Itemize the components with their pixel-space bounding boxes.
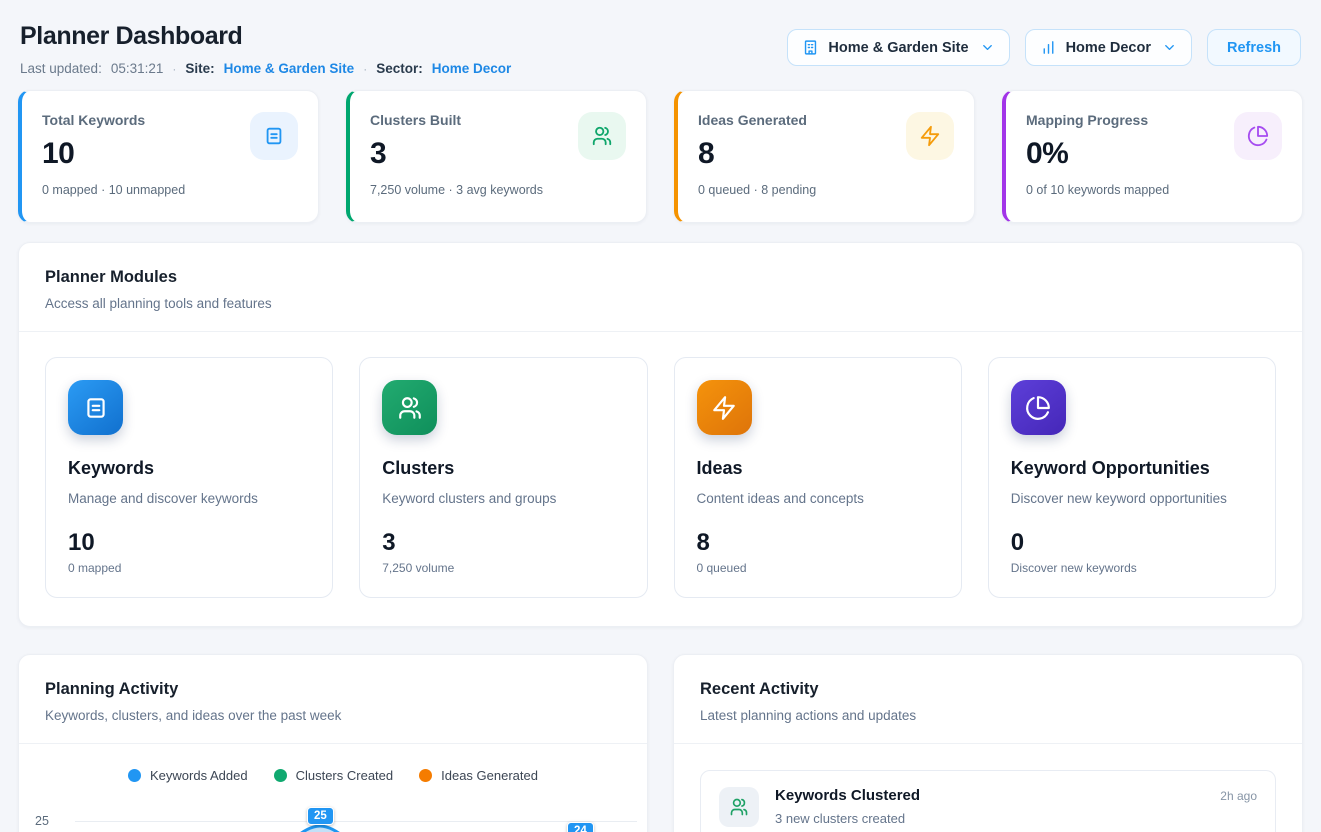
last-updated-label: Last updated: [20,61,102,76]
legend-label: Ideas Generated [441,768,538,783]
data-point-label-24: 24 [567,822,594,832]
building-icon [802,39,819,56]
chart-legend: Keywords Added Clusters Created Ideas Ge… [19,768,647,783]
planning-activity-subtitle: Keywords, clusters, and ideas over the p… [45,708,621,723]
page-header: Planner Dashboard Last updated: 05:31:21… [18,16,1303,78]
site-selector-dropdown[interactable]: Home & Garden Site [787,29,1009,66]
last-updated-value: 05:31:21 [111,61,164,76]
header-controls: Home & Garden Site Home Decor Refresh [787,29,1301,66]
legend-dot-blue [128,769,141,782]
users-icon [719,787,759,827]
module-description: Discover new keyword opportunities [1011,491,1253,506]
y-axis-tick-25: 25 [35,814,49,828]
file-text-icon [250,112,298,160]
stats-row: Total Keywords 10 0 mapped · 10 unmapped… [18,90,1303,223]
module-subtext: Discover new keywords [1011,561,1253,575]
recent-activity-title: Recent Activity [700,680,1276,699]
module-card-keywords[interactable]: Keywords Manage and discover keywords 10… [45,357,333,598]
legend-label: Clusters Created [296,768,394,783]
activity-item-keywords-clustered: Keywords Clustered 2h ago 3 new clusters… [700,770,1276,832]
activity-item-body: Keywords Clustered 2h ago 3 new clusters… [775,787,1257,826]
recent-activity-subtitle: Latest planning actions and updates [700,708,1276,723]
activity-item-description: 3 new clusters created [775,811,1257,826]
activity-item-title: Keywords Clustered [775,787,920,804]
stat-card-ideas-generated: Ideas Generated 8 0 queued · 8 pending [674,90,975,223]
stat-subtext: 7,250 volume · 3 avg keywords [370,183,626,197]
header-left: Planner Dashboard Last updated: 05:31:21… [20,22,511,76]
module-value: 3 [382,529,624,557]
legend-item-clusters-created[interactable]: Clusters Created [274,768,394,783]
page-title: Planner Dashboard [20,22,511,51]
site-link[interactable]: Home & Garden Site [224,61,355,76]
stat-subtext: 0 queued · 8 pending [698,183,954,197]
zap-icon [697,380,752,435]
data-point-label-25: 25 [307,807,334,825]
file-text-icon [68,380,123,435]
planning-activity-header: Planning Activity Keywords, clusters, an… [19,655,647,744]
stat-subtext: 0 mapped · 10 unmapped [42,183,298,197]
pie-chart-icon [1011,380,1066,435]
modules-grid: Keywords Manage and discover keywords 10… [19,332,1302,626]
legend-item-ideas-generated[interactable]: Ideas Generated [419,768,538,783]
module-title: Ideas [697,458,939,479]
meta-separator: · [363,62,367,76]
module-title: Clusters [382,458,624,479]
stat-card-total-keywords: Total Keywords 10 0 mapped · 10 unmapped [18,90,319,223]
module-card-clusters[interactable]: Clusters Keyword clusters and groups 3 7… [359,357,647,598]
meta-separator: · [172,62,176,76]
sector-selector-dropdown[interactable]: Home Decor [1025,29,1192,66]
activity-chart-plot-area: 25 25 24 [19,796,647,832]
activity-item-timestamp: 2h ago [1220,789,1257,803]
chevron-down-icon [1162,40,1177,55]
modules-panel-subtitle: Access all planning tools and features [45,296,1276,311]
module-description: Keyword clusters and groups [382,491,624,506]
legend-item-keywords-added[interactable]: Keywords Added [128,768,248,783]
stat-card-mapping-progress: Mapping Progress 0% 0 of 10 keywords map… [1002,90,1303,223]
planning-activity-title: Planning Activity [45,680,621,699]
planner-dashboard-page: Planner Dashboard Last updated: 05:31:21… [0,0,1321,832]
legend-dot-green [274,769,287,782]
module-card-ideas[interactable]: Ideas Content ideas and concepts 8 0 que… [674,357,962,598]
module-title: Keyword Opportunities [1011,458,1253,479]
sector-selector-value: Home Decor [1066,40,1151,56]
sector-link[interactable]: Home Decor [432,61,512,76]
stat-card-clusters-built: Clusters Built 3 7,250 volume · 3 avg ke… [346,90,647,223]
pie-chart-icon [1234,112,1282,160]
recent-activity-header: Recent Activity Latest planning actions … [674,655,1302,744]
module-subtext: 0 queued [697,561,939,575]
sector-label: Sector: [376,61,423,76]
module-value: 10 [68,529,310,557]
planner-modules-panel: Planner Modules Access all planning tool… [18,242,1303,627]
legend-label: Keywords Added [150,768,248,783]
header-meta: Last updated: 05:31:21 · Site: Home & Ga… [20,61,511,76]
module-subtext: 0 mapped [68,561,310,575]
modules-panel-header: Planner Modules Access all planning tool… [19,243,1302,332]
refresh-button[interactable]: Refresh [1207,29,1301,66]
module-card-keyword-opportunities[interactable]: Keyword Opportunities Discover new keywo… [988,357,1276,598]
users-icon [578,112,626,160]
stat-subtext: 0 of 10 keywords mapped [1026,183,1282,197]
zap-icon [906,112,954,160]
module-description: Content ideas and concepts [697,491,939,506]
module-value: 0 [1011,529,1253,557]
site-label: Site: [185,61,214,76]
module-subtext: 7,250 volume [382,561,624,575]
users-icon [382,380,437,435]
bottom-row: Planning Activity Keywords, clusters, an… [18,654,1303,832]
module-description: Manage and discover keywords [68,491,310,506]
bar-chart-icon [1040,39,1057,56]
module-value: 8 [697,529,939,557]
planning-activity-panel: Planning Activity Keywords, clusters, an… [18,654,648,832]
chevron-down-icon [980,40,995,55]
modules-panel-title: Planner Modules [45,268,1276,287]
recent-activity-panel: Recent Activity Latest planning actions … [673,654,1303,832]
module-title: Keywords [68,458,310,479]
site-selector-value: Home & Garden Site [828,40,968,56]
legend-dot-orange [419,769,432,782]
